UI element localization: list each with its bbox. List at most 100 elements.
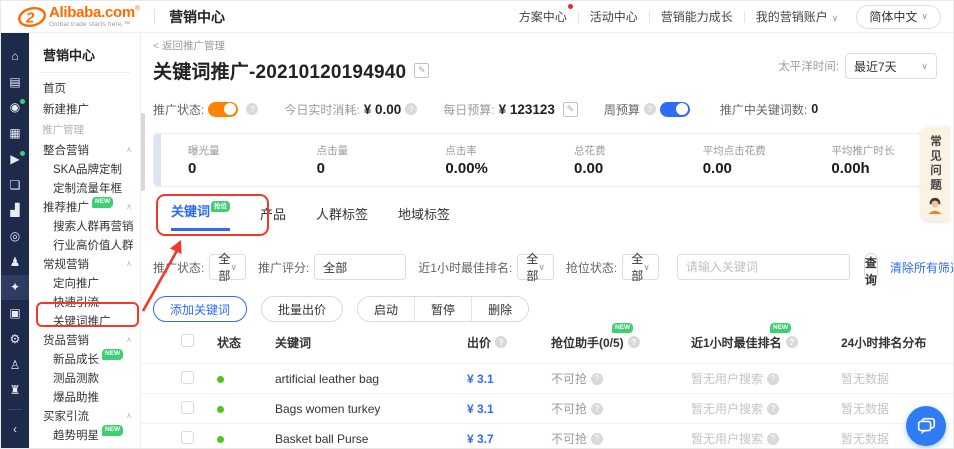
chat-support-button[interactable] — [906, 406, 946, 446]
edit-budget-icon[interactable]: ✎ — [563, 102, 578, 117]
date-range-select[interactable]: 最近7天∨ — [845, 53, 937, 79]
select-all-checkbox[interactable] — [181, 334, 194, 347]
location-icon[interactable]: ◎ — [1, 223, 29, 249]
sidebar-item-home[interactable]: 首页 — [29, 77, 140, 98]
main-content: < 返回推广管理 关键词推广-20210120194940 ✎ 太平洋时间: 最… — [141, 33, 953, 448]
video-promo-icon[interactable]: ▶ — [1, 146, 29, 172]
storefront-icon[interactable]: ▤ — [1, 69, 29, 95]
chevron-up-icon: ∧ — [126, 202, 132, 211]
row-checkbox[interactable] — [181, 431, 194, 444]
back-link[interactable]: < 返回推广管理 — [153, 38, 225, 53]
grab-cell: 不可抢? — [551, 430, 691, 447]
sidebar-item-search-retargeting[interactable]: 搜索人群再营销 — [29, 216, 140, 235]
batch-bid-button[interactable]: 批量出价 — [261, 296, 343, 322]
help-icon[interactable]: ? — [767, 373, 779, 385]
nav-my-account[interactable]: 我的营销账户∨ — [756, 8, 839, 25]
filter-grab-status-select[interactable]: 全部∨ — [622, 254, 659, 280]
grab-cell: 不可抢? — [551, 370, 691, 387]
bid-cell[interactable]: ¥ 3.1 — [467, 402, 551, 416]
collapse-sidebar-icon[interactable]: ‹ — [1, 416, 29, 442]
edit-title-icon[interactable]: ✎ — [414, 63, 429, 78]
sidebar-item-high-value-audience[interactable]: 行业高价值人群 — [29, 235, 140, 254]
delete-button[interactable]: 删除 — [471, 297, 528, 321]
help-icon[interactable]: ? — [767, 403, 779, 415]
col-best-rank: 近1小时最佳排名?NEW — [691, 334, 841, 351]
sidebar-group-buyer-traffic[interactable]: 买家引流∧ — [29, 406, 140, 425]
chevron-down-icon: ∨ — [921, 61, 928, 72]
sidebar-item-new-campaign[interactable]: 新建推广 — [29, 98, 140, 119]
alibaba-logo[interactable]: 2 Alibaba.com® Global trade starts here.… — [17, 5, 140, 29]
message-icon[interactable]: ❏ — [1, 172, 29, 198]
sidebar-item-product-testing[interactable]: 测品测款 — [29, 368, 140, 387]
sidebar-item-new-buyer-traffic[interactable]: 新买家引流 — [29, 444, 140, 448]
tab-region-tags[interactable]: 地域标签 — [398, 204, 450, 231]
sidebar-item-trend-star[interactable]: 趋势明星NEW — [29, 425, 140, 444]
weekly-budget-toggle[interactable] — [660, 102, 690, 117]
sidebar-group-product-marketing[interactable]: 货品营销∧ — [29, 330, 140, 349]
settings-gear-icon[interactable]: ⚙ — [1, 326, 29, 352]
sidebar-item-quick-traffic[interactable]: 快速引流 — [29, 292, 140, 311]
today-cost-label: 今日实时消耗: — [284, 101, 359, 118]
bank-icon[interactable]: ♜ — [1, 378, 29, 404]
table-row: artificial leather bag ¥ 3.1 不可抢? 暂无用户搜索… — [141, 363, 953, 393]
help-icon[interactable]: ? — [591, 373, 603, 385]
orders-icon[interactable]: ▣ — [1, 300, 29, 326]
analytics-icon[interactable]: ▟ — [1, 197, 29, 223]
chevron-up-icon: ∧ — [126, 145, 132, 154]
language-select[interactable]: 简体中文∨ — [856, 5, 941, 29]
chevron-down-icon: ∨ — [832, 13, 839, 23]
keyword-cell: artificial leather bag — [275, 372, 467, 386]
help-icon[interactable]: ? — [246, 103, 258, 115]
help-icon[interactable]: ? — [591, 433, 603, 445]
audience-icon[interactable]: ♟ — [1, 249, 29, 275]
bid-cell[interactable]: ¥ 3.7 — [467, 432, 551, 446]
sidebar-group-integrated-marketing[interactable]: 整合营销∧ — [29, 140, 140, 159]
help-icon[interactable]: ? — [591, 403, 603, 415]
filter-best-rank-label: 近1小时最佳排名: — [418, 259, 512, 276]
sidebar-group-recommend-promo[interactable]: 推荐推广NEW∧ — [29, 197, 140, 216]
sidebar-item-custom-traffic[interactable]: 定制流量年框 — [29, 178, 140, 197]
scrollbar-thumb[interactable] — [141, 113, 145, 191]
tab-audience-tags[interactable]: 人群标签 — [316, 204, 368, 231]
pause-button[interactable]: 暂停 — [414, 297, 471, 321]
member-icon[interactable]: ♙ — [1, 352, 29, 378]
help-icon[interactable]: ? — [628, 336, 640, 348]
timezone-label: 太平洋时间: — [778, 58, 839, 74]
sidebar-item-hot-product-boost[interactable]: 爆品助推 — [29, 387, 140, 406]
nav-plan-center[interactable]: 方案中心 — [519, 8, 567, 25]
filter-best-rank-select[interactable]: 全部∨ — [517, 254, 554, 280]
grab-cell: 不可抢? — [551, 400, 691, 417]
promotion-icon[interactable]: ✦ — [1, 275, 29, 301]
tab-keywords[interactable]: 关键词抢位 — [171, 201, 230, 231]
keyword-search-input[interactable] — [677, 254, 850, 280]
filter-promo-score-label: 推广评分: — [258, 259, 309, 276]
sidebar-item-targeted-promo[interactable]: 定向推广 — [29, 273, 140, 292]
help-icon[interactable]: ? — [495, 336, 507, 348]
table-actions: 添加关键词 批量出价 启动 暂停 删除 — [153, 295, 529, 323]
sidebar-group-regular-marketing[interactable]: 常规营销∧ — [29, 254, 140, 273]
filter-promo-status-select[interactable]: 全部∨ — [209, 254, 246, 280]
nav-activity-center[interactable]: 活动中心 — [590, 8, 638, 25]
sidebar-item-keyword-promo[interactable]: 关键词推广 — [29, 311, 140, 330]
help-icon[interactable]: ? — [644, 103, 656, 115]
sidebar-item-ska-brand[interactable]: SKA品牌定制 — [29, 159, 140, 178]
clear-filters-link[interactable]: 清除所有筛选 — [890, 259, 953, 276]
help-icon[interactable]: ? — [786, 336, 798, 348]
faq-side-tab[interactable]: 常见问题 — [921, 127, 949, 221]
nav-marketing-growth[interactable]: 营销能力成长 — [661, 8, 733, 25]
start-button[interactable]: 启动 — [358, 297, 414, 321]
tab-products[interactable]: 产品 — [260, 204, 286, 231]
row-checkbox[interactable] — [181, 371, 194, 384]
search-button[interactable]: 查询 — [864, 253, 878, 281]
apps-grid-icon[interactable]: ▦ — [1, 120, 29, 146]
badge-check-icon[interactable]: ◉ — [1, 94, 29, 120]
help-icon[interactable]: ? — [767, 433, 779, 445]
filter-promo-score-input[interactable] — [314, 254, 406, 280]
home-icon[interactable]: ⌂ — [1, 43, 29, 69]
add-keyword-button[interactable]: 添加关键词 — [153, 296, 247, 322]
sidebar-item-new-product-growth[interactable]: 新品成长NEW — [29, 349, 140, 368]
bid-cell[interactable]: ¥ 3.1 — [467, 372, 551, 386]
help-icon[interactable]: ? — [405, 103, 417, 115]
promo-status-toggle[interactable] — [208, 102, 238, 117]
row-checkbox[interactable] — [181, 401, 194, 414]
